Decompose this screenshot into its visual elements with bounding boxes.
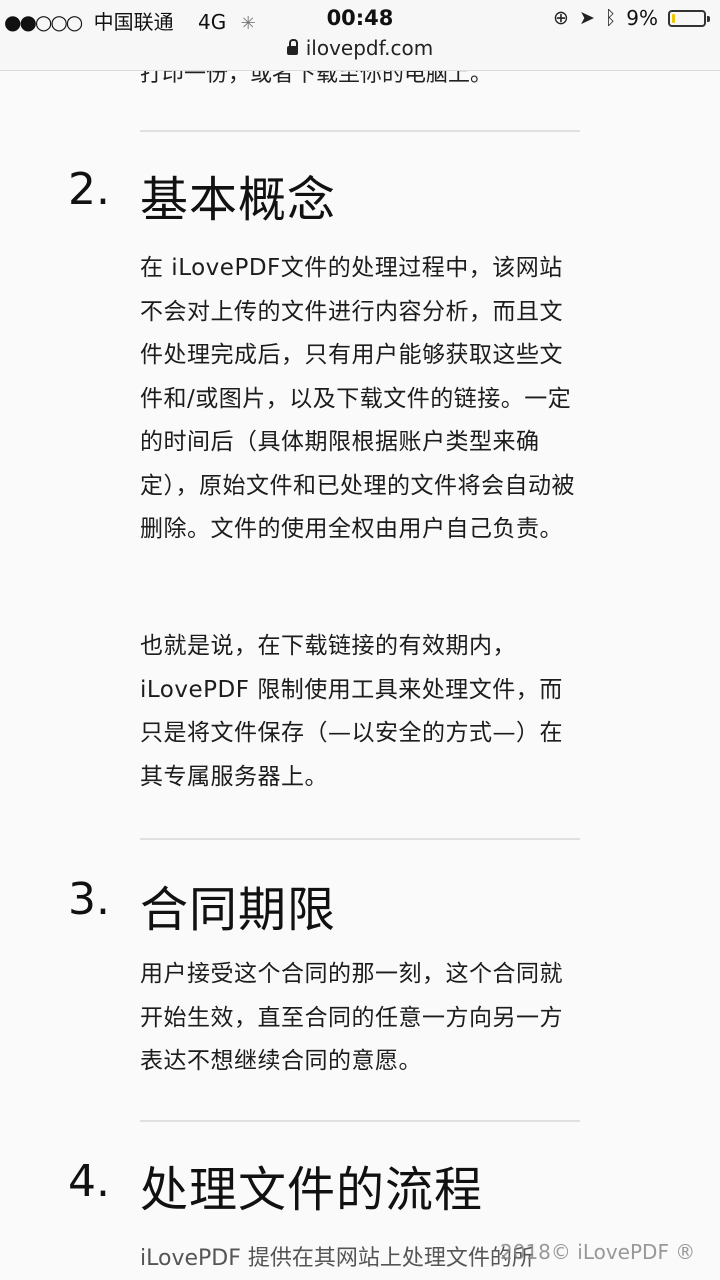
- lock-icon: [286, 39, 298, 55]
- section-paragraph: 用户接受这个合同的那一刻，这个合同就开始生效，直至合同的任意一方向另一方表达不想…: [140, 961, 563, 1074]
- section-divider: [140, 838, 580, 840]
- section-divider: [140, 1120, 580, 1122]
- address-bar[interactable]: ilovepdf.com: [0, 36, 720, 60]
- rotation-lock-icon: ⊕: [553, 7, 569, 29]
- terms-page-content: 打印一份，或者下载至你的电脑上。 2. 基本概念 在 iLovePDF文件的处理…: [0, 0, 720, 1280]
- copyright-footer: 2018© iLovePDF ®: [500, 1240, 696, 1264]
- section-divider: [140, 130, 580, 132]
- section-paragraph: 在 iLovePDF文件的处理过程中，该网站不会对上传的文件进行内容分析，而且文…: [140, 255, 575, 542]
- section-title-basic-concepts: 基本概念: [140, 172, 337, 228]
- battery-icon: [668, 9, 710, 27]
- bluetooth-icon: ᛒ: [604, 7, 617, 29]
- section-number: 3.: [68, 874, 110, 925]
- status-bar: ●●○○○ 中国联通 4G ✳ 00:48 ⊕ ➤ ᛒ 9% ilovepdf.…: [0, 0, 720, 71]
- battery-level-fill: [672, 13, 676, 23]
- partial-paragraph: iLovePDF 提供在其网站上处理文件的所: [140, 1246, 534, 1271]
- url-text: ilovepdf.com: [305, 36, 434, 60]
- section-number: 4.: [68, 1156, 110, 1207]
- battery-percent: 9%: [626, 6, 658, 30]
- section-title-contract-term: 合同期限: [140, 882, 337, 938]
- location-arrow-icon: ➤: [578, 7, 595, 29]
- section-number: 2.: [68, 164, 110, 215]
- section-title-file-processing: 处理文件的流程: [140, 1162, 484, 1218]
- section-paragraph: 也就是说，在下载链接的有效期内，iLovePDF 限制使用工具来处理文件，而只是…: [140, 633, 563, 790]
